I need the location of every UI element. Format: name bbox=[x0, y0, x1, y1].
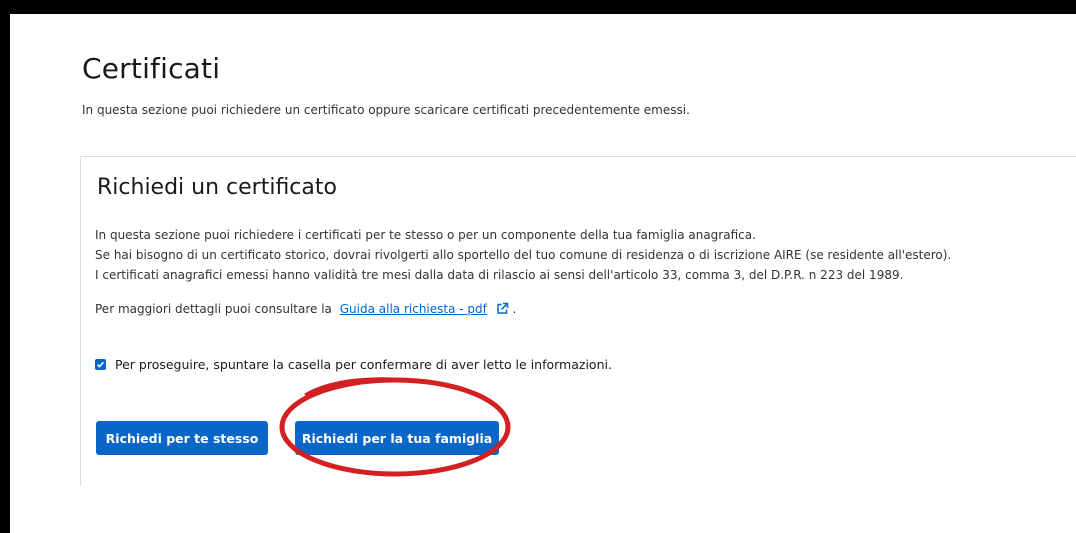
section-title: Richiedi un certificato bbox=[97, 175, 337, 200]
guide-line: Per maggiori dettagli puoi consultare la… bbox=[95, 302, 516, 318]
section-description: In questa sezione puoi richiedere i cert… bbox=[95, 225, 951, 285]
guide-prefix: Per maggiori dettagli puoi consultare la bbox=[95, 302, 332, 316]
description-line: In questa sezione puoi richiedere i cert… bbox=[95, 228, 756, 242]
confirm-label[interactable]: Per proseguire, spuntare la casella per … bbox=[115, 357, 612, 372]
confirm-checkbox[interactable] bbox=[95, 359, 106, 370]
request-self-button[interactable]: Richiedi per te stesso bbox=[96, 421, 268, 455]
description-line: I certificati anagrafici emessi hanno va… bbox=[95, 268, 904, 282]
confirm-row: Per proseguire, spuntare la casella per … bbox=[95, 357, 612, 372]
page-container: Certificati In questa sezione puoi richi… bbox=[10, 14, 1076, 533]
checkmark-icon bbox=[96, 361, 105, 368]
page-title: Certificati bbox=[82, 52, 221, 85]
guide-pdf-link[interactable]: Guida alla richiesta - pdf bbox=[340, 302, 487, 316]
description-line: Se hai bisogno di un certificato storico… bbox=[95, 248, 952, 262]
request-certificate-card: Richiedi un certificato In questa sezion… bbox=[80, 156, 1076, 486]
guide-suffix: . bbox=[512, 302, 517, 316]
request-family-button[interactable]: Richiedi per la tua famiglia bbox=[295, 421, 499, 455]
page-intro: In questa sezione puoi richiedere un cer… bbox=[82, 103, 690, 117]
external-link-icon[interactable] bbox=[496, 302, 509, 318]
